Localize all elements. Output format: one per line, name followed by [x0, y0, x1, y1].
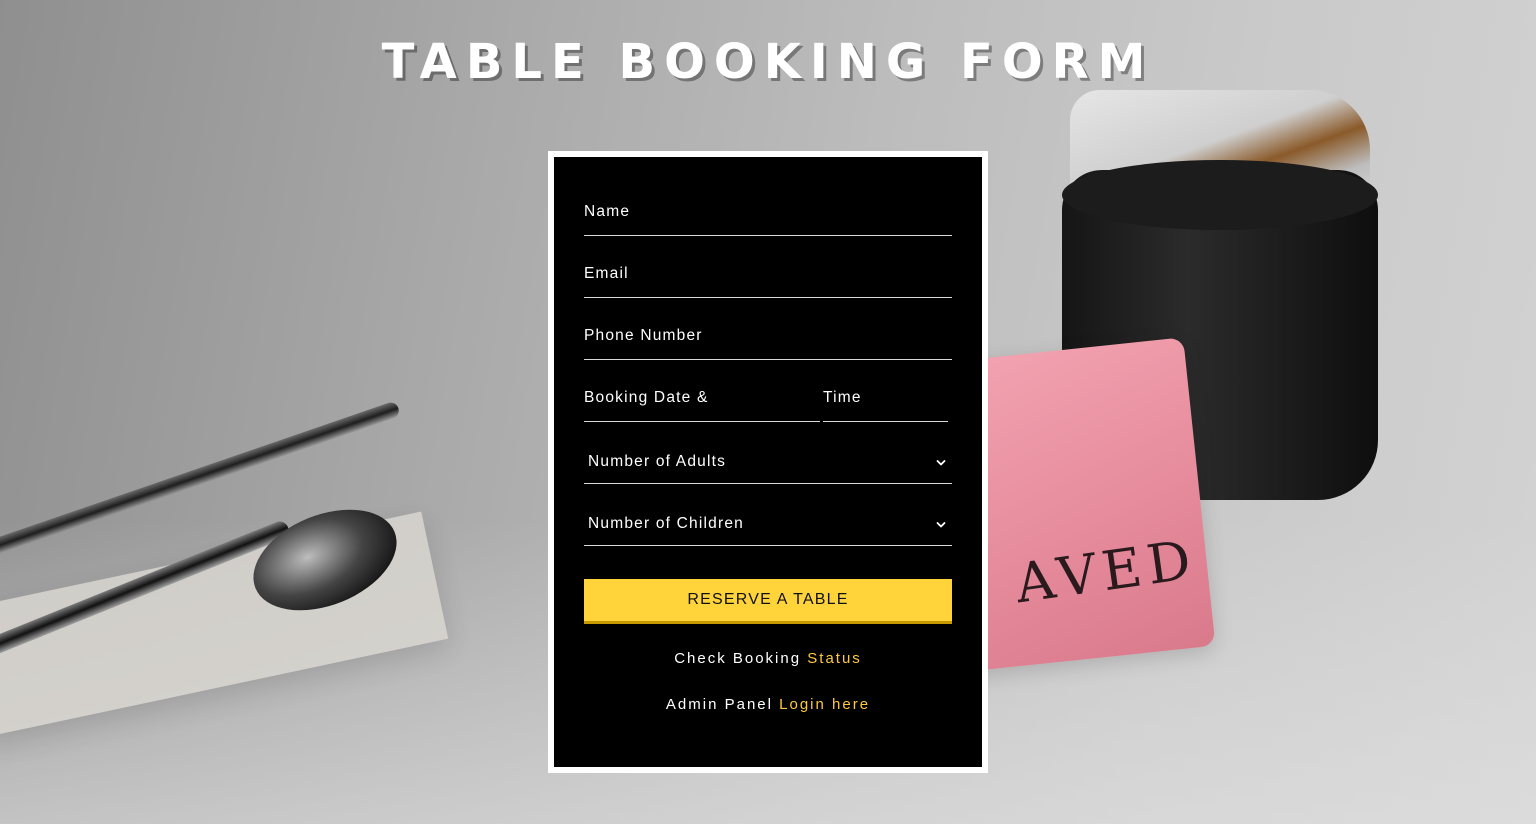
page-title: TABLE BOOKING FORM [381, 34, 1155, 90]
page: AVED TABLE BOOKING FORM Name Email Phone… [0, 0, 1536, 824]
admin-login-link[interactable]: Login here [779, 696, 870, 713]
booking-date-field[interactable]: Booking Date & [584, 381, 820, 422]
phone-label: Phone Number [584, 327, 703, 344]
children-label: Number of Children [588, 515, 744, 532]
booking-time-label: Time [823, 389, 862, 406]
reserve-table-button[interactable]: RESERVE A TABLE [584, 579, 952, 624]
check-status-link[interactable]: Status [807, 650, 862, 667]
name-field[interactable]: Name [584, 195, 952, 236]
admin-login-line: Admin Panel Login here [554, 696, 982, 713]
email-field[interactable]: Email [584, 257, 952, 298]
children-select[interactable]: Number of Children [584, 505, 952, 546]
adults-select[interactable]: Number of Adults [584, 443, 952, 484]
check-status-text: Check Booking [674, 650, 802, 667]
chevron-down-icon [936, 522, 946, 528]
name-label: Name [584, 203, 631, 220]
chevron-down-icon [936, 460, 946, 466]
booking-time-field[interactable]: Time [823, 381, 948, 422]
check-status-line: Check Booking Status [554, 650, 982, 667]
phone-field[interactable]: Phone Number [584, 319, 952, 360]
booking-form: Name Email Phone Number Booking Date & T… [548, 151, 988, 773]
email-label: Email [584, 265, 629, 282]
booking-date-label: Booking Date & [584, 389, 709, 406]
background-cup-rim [1062, 160, 1378, 230]
adults-label: Number of Adults [588, 453, 727, 470]
admin-panel-text: Admin Panel [665, 696, 773, 713]
